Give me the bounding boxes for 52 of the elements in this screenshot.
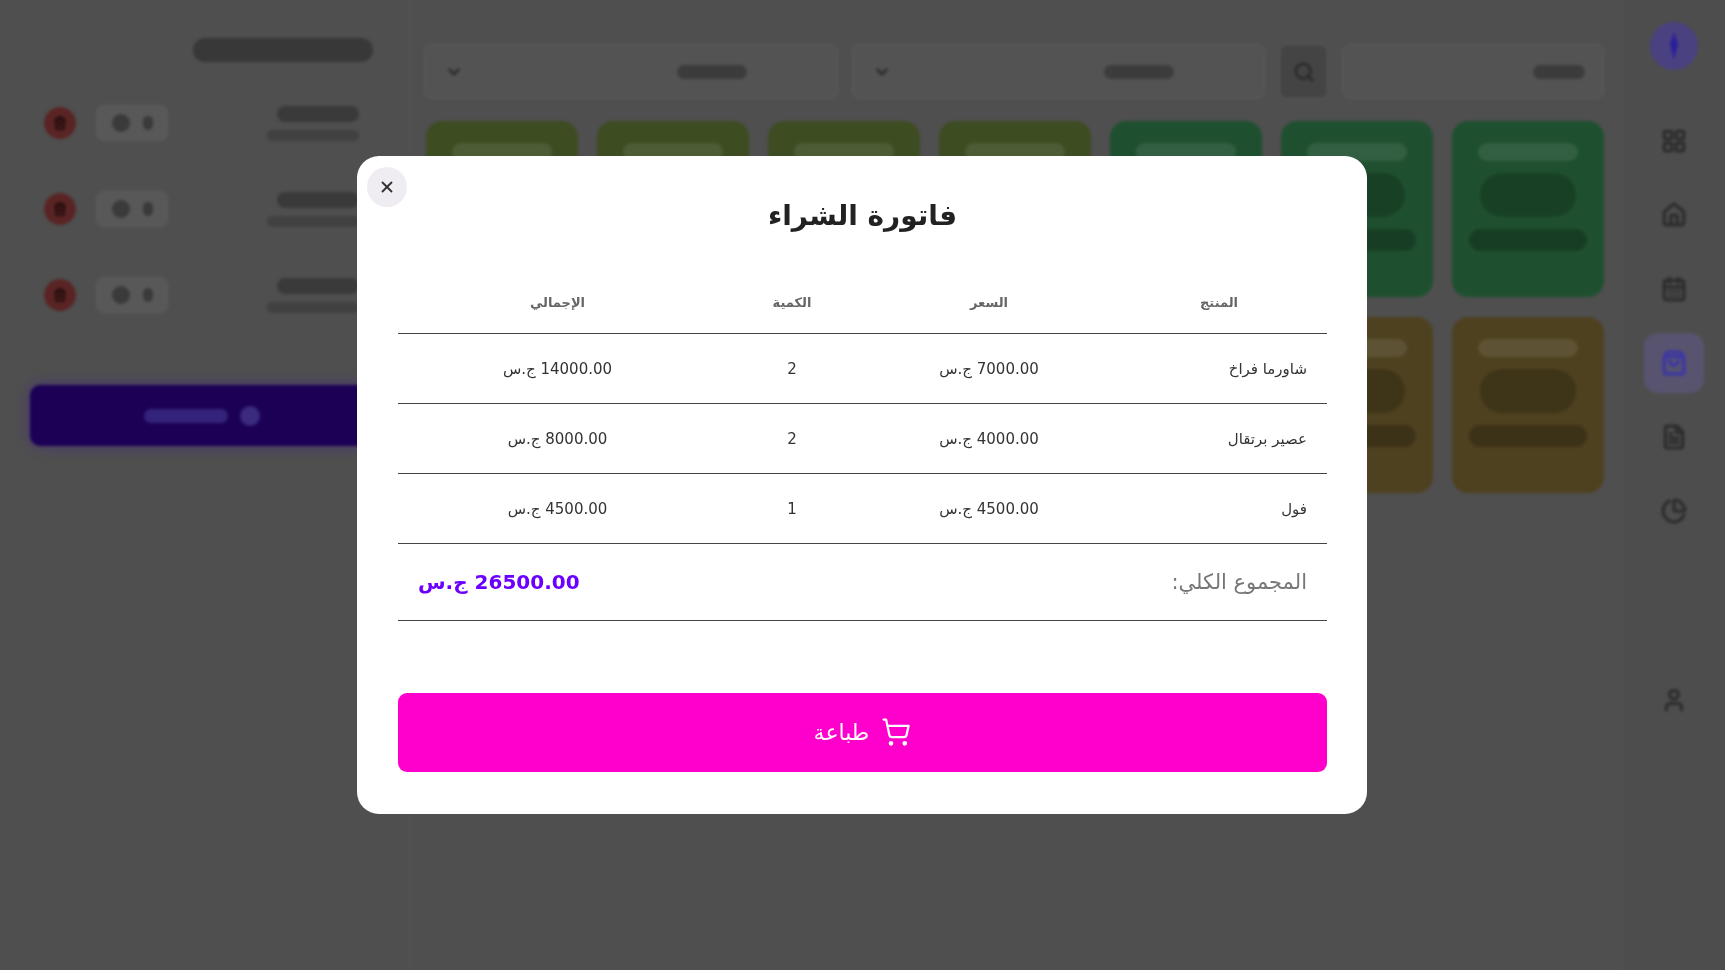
document-icon xyxy=(1661,424,1687,450)
table-cell: 2 xyxy=(717,333,867,404)
trash-icon xyxy=(53,116,67,130)
cart-icon xyxy=(881,717,912,748)
blurred-text xyxy=(142,288,153,302)
print-button[interactable]: طباعة xyxy=(398,692,1327,772)
dialog-title: فاتورة الشراء xyxy=(767,198,958,234)
blurred-text xyxy=(111,114,130,132)
calendar-icon xyxy=(1661,276,1687,302)
quantity-stepper[interactable] xyxy=(96,105,168,141)
remove-button[interactable] xyxy=(44,193,76,225)
table-cell: 8000.00 ج.س xyxy=(398,403,717,474)
trash-icon xyxy=(53,288,67,302)
search-button[interactable] xyxy=(1279,44,1328,99)
column-header: المنتج xyxy=(1111,275,1327,334)
bag-icon xyxy=(1661,350,1687,376)
blurred-text xyxy=(142,116,153,130)
dropdown-field[interactable] xyxy=(851,44,1265,99)
table-cell: 14000.00 ج.س xyxy=(398,333,717,404)
blurred-text xyxy=(111,200,130,218)
table-cell: 4500.00 ج.س xyxy=(398,473,717,544)
table-cell: عصير برتقال xyxy=(1111,403,1327,474)
blurred-text xyxy=(142,202,153,216)
dropdown-field[interactable] xyxy=(424,44,838,99)
column-header: السعر xyxy=(867,275,1111,334)
table-cell: 4500.00 ج.س xyxy=(867,473,1111,544)
table-cell: 2 xyxy=(717,403,867,474)
column-header: الإجمالي xyxy=(398,275,717,334)
grid-icon xyxy=(1661,128,1687,154)
table-cell: 1 xyxy=(717,473,867,544)
product-card[interactable] xyxy=(1452,121,1604,297)
column-header: الكمية xyxy=(717,275,867,334)
pie-chart-icon xyxy=(1661,498,1687,524)
table-cell: 4000.00 ج.س xyxy=(867,403,1111,474)
total-value: 26500.00 ج.س xyxy=(418,569,580,594)
quantity-stepper[interactable] xyxy=(96,277,168,313)
home-icon xyxy=(1661,202,1687,228)
nav-item[interactable] xyxy=(1644,333,1704,393)
close-button[interactable] xyxy=(367,167,407,207)
trash-icon xyxy=(53,202,67,216)
table-cell: شاورما فراخ xyxy=(1111,333,1327,404)
search-field[interactable] xyxy=(1342,44,1604,99)
remove-button[interactable] xyxy=(44,279,76,311)
logo-icon xyxy=(1650,22,1698,70)
product-card[interactable] xyxy=(1452,317,1604,493)
table-cell: فول xyxy=(1111,473,1327,544)
total-label: المجموع الكلي: xyxy=(1171,569,1307,594)
blurred-text xyxy=(111,286,130,304)
blurred-text xyxy=(239,405,260,426)
table-cell: 7000.00 ج.س xyxy=(867,333,1111,404)
remove-button[interactable] xyxy=(44,107,76,139)
quantity-stepper[interactable] xyxy=(96,191,168,227)
